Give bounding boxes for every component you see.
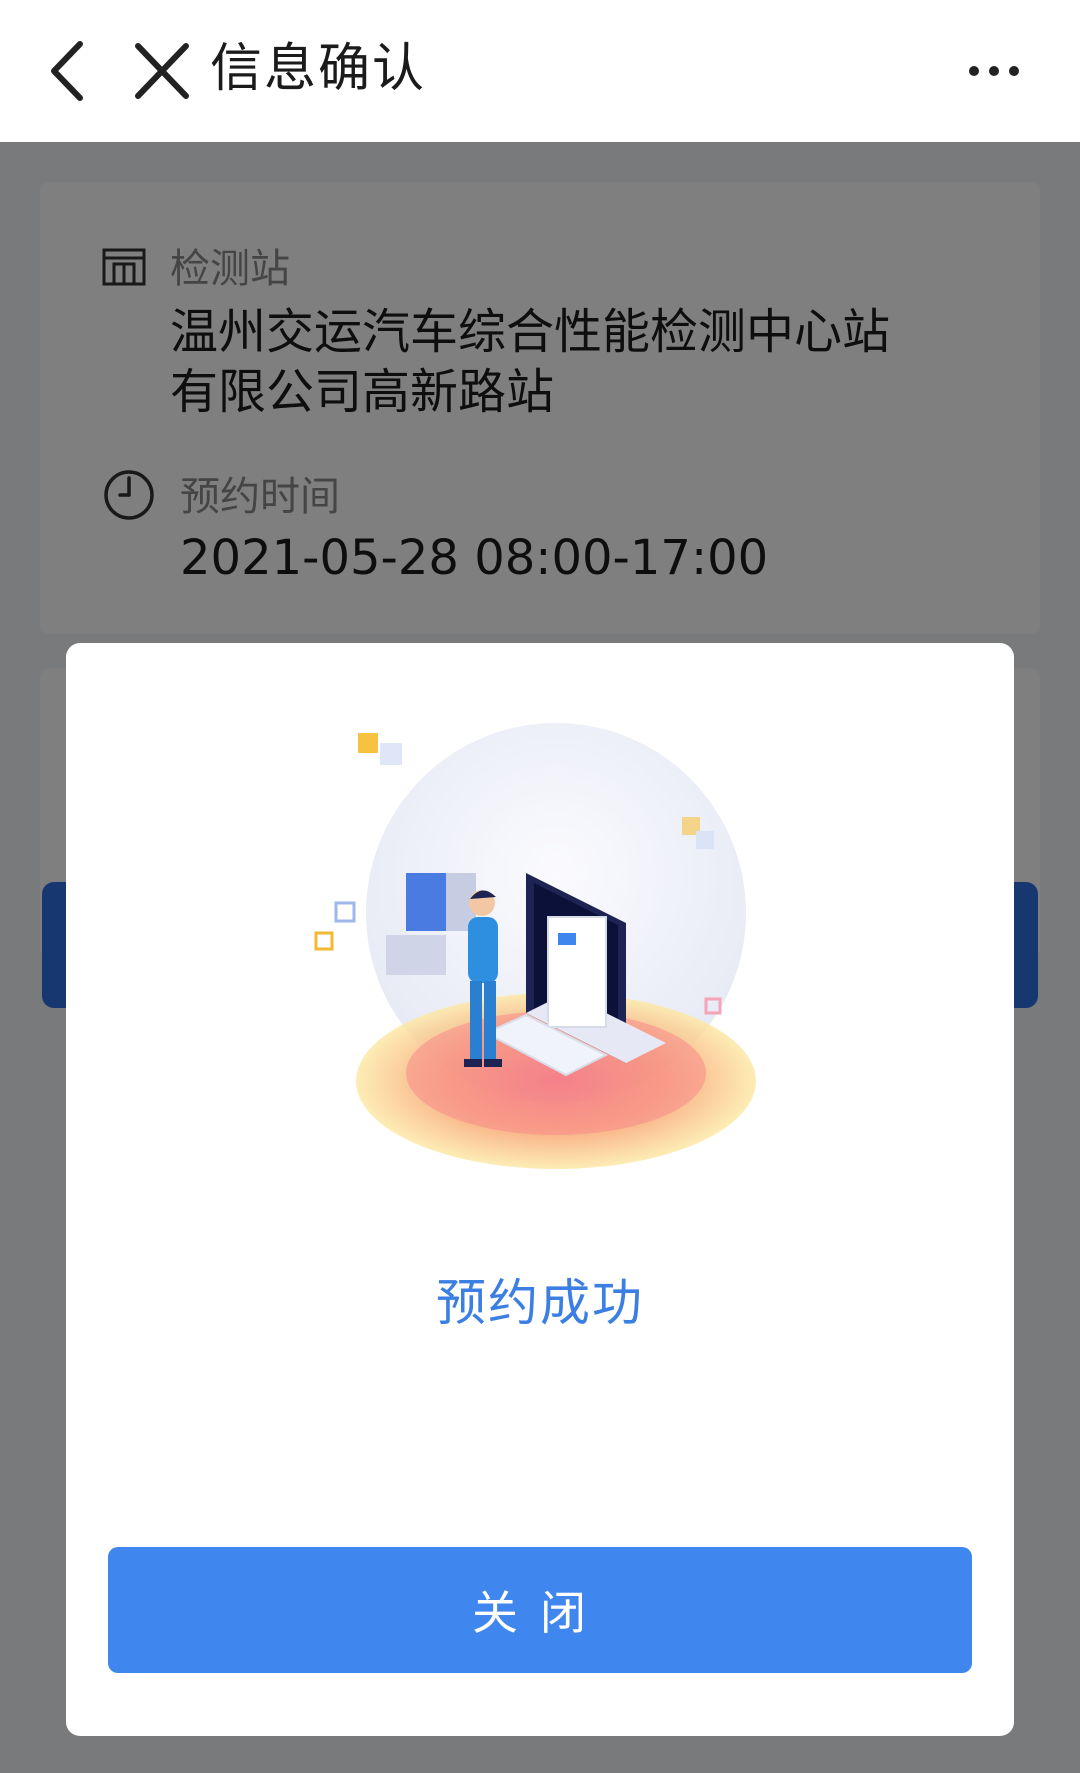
success-message: 预约成功: [436, 1274, 644, 1332]
more-horizontal-icon[interactable]: [968, 56, 1020, 86]
close-icon[interactable]: [130, 36, 194, 106]
success-illustration: [314, 723, 756, 1169]
close-button[interactable]: 关闭: [108, 1547, 972, 1673]
page-title: 信息确认: [210, 39, 427, 99]
chevron-left-icon[interactable]: [40, 36, 100, 106]
success-dialog: 预约成功 关闭: [66, 643, 1014, 1736]
nav-bar: 信息确认: [0, 0, 1080, 142]
